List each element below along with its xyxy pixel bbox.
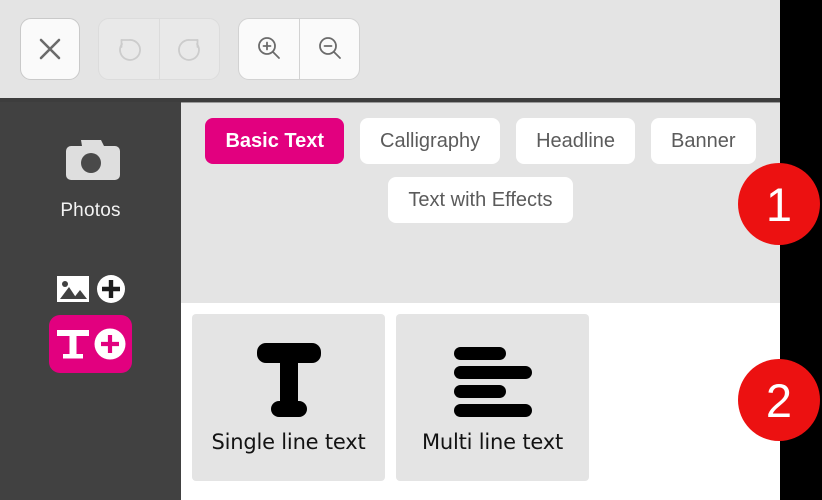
- plus-circle-icon: [96, 275, 125, 303]
- category-pill-banner[interactable]: Banner: [651, 118, 756, 164]
- close-icon: [39, 38, 61, 60]
- category-pill-rows: Basic Text Calligraphy Headline Banner T…: [181, 118, 780, 223]
- category-pill-text-with-effects[interactable]: Text with Effects: [388, 177, 573, 223]
- camera-icon: [65, 140, 120, 180]
- category-pill-headline[interactable]: Headline: [516, 118, 636, 164]
- card-icon-wrap: [452, 332, 534, 430]
- category-pill-basic-text[interactable]: Basic Text: [205, 118, 345, 164]
- template-card-label: Multi line text: [421, 430, 564, 454]
- sidebar-add-text-button[interactable]: [49, 315, 132, 373]
- toolbar: [0, 0, 780, 98]
- template-card-list: Single line text Multi line text: [192, 314, 589, 481]
- multi-line-text-icon: [453, 347, 532, 417]
- app-root: Photos Basic Text Calligraphy Headline B…: [0, 0, 822, 500]
- template-card-label: Single line text: [211, 430, 366, 454]
- card-icon-wrap: [249, 332, 329, 430]
- template-card-multi-line-text[interactable]: Multi line text: [396, 314, 589, 481]
- category-pill-row-1: Basic Text Calligraphy Headline Banner: [205, 118, 756, 164]
- zoom-out-icon: [318, 37, 341, 59]
- annotation-badge-2: 2: [738, 359, 820, 441]
- redo-button[interactable]: [159, 19, 219, 79]
- undo-button[interactable]: [99, 19, 159, 79]
- sidebar-item-photos[interactable]: Photos: [59, 132, 123, 222]
- redo-icon: [177, 39, 200, 61]
- text-icon: [56, 330, 89, 359]
- category-pill-calligraphy[interactable]: Calligraphy: [360, 118, 501, 164]
- sidebar: Photos: [0, 102, 181, 500]
- close-button[interactable]: [20, 18, 80, 80]
- zoom-in-button[interactable]: [239, 19, 299, 79]
- category-pill-row-2: Text with Effects: [388, 177, 573, 223]
- plus-circle-icon: [94, 328, 125, 360]
- zoom-in-icon: [258, 37, 280, 59]
- undo-icon: [119, 39, 141, 61]
- zoom-group: [238, 18, 360, 80]
- zoom-out-button[interactable]: [299, 19, 359, 79]
- sidebar-add-image-button[interactable]: [56, 274, 126, 304]
- template-card-single-line-text[interactable]: Single line text: [192, 314, 385, 481]
- image-plus-icon: [56, 276, 89, 302]
- sidebar-item-photos-label: Photos: [60, 200, 121, 221]
- annotation-badge-1: 1: [738, 163, 820, 245]
- single-line-text-icon: [256, 343, 321, 417]
- undo-redo-group: [98, 18, 220, 80]
